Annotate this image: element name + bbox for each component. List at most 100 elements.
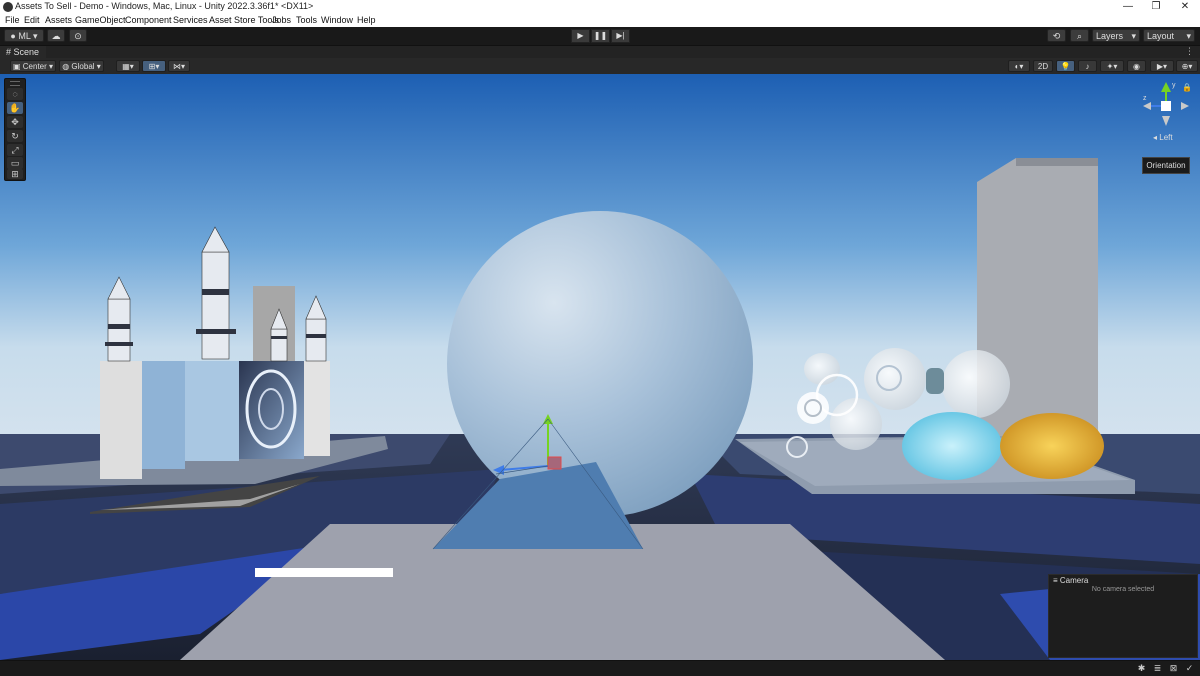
chevron-down-icon: ▾ xyxy=(33,31,38,41)
gizmo-icon: ⊕▾ xyxy=(1181,62,1193,71)
scene-grid-icon: # xyxy=(6,47,12,57)
lighting-toggle[interactable]: 💡 xyxy=(1056,60,1075,72)
grid-icon: ▦▾ xyxy=(122,62,134,71)
menu-window[interactable]: Window xyxy=(321,15,353,25)
step-button[interactable]: ▶| xyxy=(611,29,630,43)
layout-label: Layout xyxy=(1147,31,1175,41)
rotate-icon: ↻ xyxy=(11,131,19,141)
chevron-left-icon: ◂ xyxy=(1153,133,1158,142)
play-button[interactable]: ▶ xyxy=(571,29,590,43)
pivot-mode-dropdown[interactable]: ▣ Center ▾ xyxy=(10,60,56,72)
scene-toolbar: ▣ Center ▾ ◍ Global ▾ ▦▾ ⊞▾ ⋈▾ ◐▾ 2D 💡 ♪… xyxy=(0,58,1200,75)
history-icon: ⟲ xyxy=(1052,31,1061,41)
close-button[interactable]: ✕ xyxy=(1170,0,1200,14)
move-icon: ✥ xyxy=(11,117,19,127)
grid-visibility-button[interactable]: ▦▾ xyxy=(116,60,140,72)
menu-component[interactable]: Component xyxy=(125,15,172,25)
menu-jobs[interactable]: Jobs xyxy=(272,15,291,25)
bug-icon[interactable]: ✱ xyxy=(1136,663,1147,674)
check-circle-icon[interactable]: ✓ xyxy=(1184,663,1195,674)
hand-tool[interactable]: ✋ xyxy=(7,102,23,114)
camera-settings-dropdown[interactable]: ▶▾ xyxy=(1150,60,1174,72)
status-bar: ✱ ≣ ⊠ ✓ xyxy=(0,660,1200,676)
layers-dropdown[interactable]: Layers ▾ xyxy=(1092,29,1140,42)
minimize-button[interactable]: — xyxy=(1113,0,1143,14)
lightbulb-icon: 💡 xyxy=(1060,62,1071,71)
menu-tools[interactable]: Tools xyxy=(296,15,317,25)
lock-icon: 🔒 xyxy=(1182,83,1192,92)
rotate-tool[interactable]: ↻ xyxy=(7,130,23,142)
eye-icon: ◉ xyxy=(1133,62,1140,71)
menu-edit[interactable]: Edit xyxy=(24,15,40,25)
gizmo-z-label: z xyxy=(1143,95,1147,102)
collab-icon: ⊙ xyxy=(74,31,82,41)
cloud-icon: ☁ xyxy=(51,31,61,41)
tab-bar: # Scene ⋮ xyxy=(0,46,1200,58)
menu-asset-store-tools[interactable]: Asset Store Tools xyxy=(209,15,279,25)
rect-tool[interactable]: ▭ xyxy=(7,157,23,169)
undo-history-button[interactable]: ⟲ xyxy=(1047,29,1066,42)
window-title: Assets To Sell - Demo - Windows, Mac, Li… xyxy=(15,1,314,11)
gizmos-dropdown[interactable]: ⊕▾ xyxy=(1176,60,1198,72)
menu-gameobject[interactable]: GameObject xyxy=(75,15,126,25)
scale-icon: ⤢ xyxy=(11,145,19,155)
move-tool[interactable]: ✥ xyxy=(7,116,23,128)
camera-empty-message: No camera selected xyxy=(1091,586,1155,593)
cloud-button[interactable]: ☁ xyxy=(47,29,65,42)
view-tool[interactable]: ◌ xyxy=(7,88,23,100)
audio-toggle[interactable]: ♪ xyxy=(1078,60,1097,72)
audio-icon: ♪ xyxy=(1085,62,1090,71)
effects-dropdown[interactable]: ✦▾ xyxy=(1100,60,1124,72)
gizmo-view-label[interactable]: ◂ Left xyxy=(1153,133,1173,142)
transform-tool[interactable]: ⊞ xyxy=(7,169,23,179)
pause-button[interactable]: ❚❚ xyxy=(591,29,610,43)
tools-overlay: ◌ ✋ ✥ ↻ ⤢ ▭ ⊞ xyxy=(4,78,26,181)
hand-icon: ✋ xyxy=(9,103,21,113)
scale-tool[interactable]: ⤢ xyxy=(7,144,23,156)
restore-button[interactable]: ❐ xyxy=(1141,0,1171,14)
camera-title-text: Camera xyxy=(1059,576,1089,585)
snap-icon: ⊞▾ xyxy=(148,62,160,71)
tab-scene[interactable]: # Scene xyxy=(0,46,46,58)
account-label: ML xyxy=(18,31,31,41)
increment-snap-button[interactable]: ⋈▾ xyxy=(168,60,190,72)
draw-mode-dropdown[interactable]: ◐▾ xyxy=(1008,60,1030,72)
layers-stack-icon[interactable]: ≣ xyxy=(1152,663,1163,674)
pivot-rotation-dropdown[interactable]: ◍ Global ▾ xyxy=(59,60,104,72)
camera-overlay-title: ≡ Camera xyxy=(1053,576,1088,585)
gizmo-view-text: Left xyxy=(1159,133,1173,142)
menu-file[interactable]: File xyxy=(5,15,20,25)
network-icon[interactable]: ⊠ xyxy=(1168,663,1179,674)
scene-viewport[interactable]: y z 🔒 xyxy=(0,74,1200,660)
search-button[interactable]: ⌕ xyxy=(1070,29,1089,42)
grid-snapping-button[interactable]: ⊞▾ xyxy=(142,60,166,72)
increment-snap-icon: ⋈▾ xyxy=(172,62,185,71)
orientation-tooltip: Orientation xyxy=(1142,157,1190,174)
collab-button[interactable]: ⊙ xyxy=(69,29,87,42)
menu-assets[interactable]: Assets xyxy=(45,15,72,25)
unity-logo-icon xyxy=(3,2,13,12)
camera-overlay: ≡ Camera No camera selected xyxy=(1048,574,1198,658)
tab-scene-label: Scene xyxy=(13,47,40,57)
chevron-down-icon: ▾ xyxy=(1131,31,1136,41)
title-bar: Assets To Sell - Demo - Windows, Mac, Li… xyxy=(0,0,1200,14)
search-icon: ⌕ xyxy=(1076,31,1083,41)
camera-icon: ▶▾ xyxy=(1156,62,1168,71)
menu-help[interactable]: Help xyxy=(357,15,376,25)
main-toolbar: ● ML ▾ ☁ ⊙ ▶ ❚❚ ▶| ⟲ ⌕ Layers ▾ Layout ▾ xyxy=(0,27,1200,46)
layout-dropdown[interactable]: Layout ▾ xyxy=(1143,29,1195,42)
toggle-2d-button[interactable]: 2D xyxy=(1033,60,1053,72)
account-dropdown[interactable]: ● ML ▾ xyxy=(4,29,44,42)
menu-services[interactable]: Services xyxy=(173,15,208,25)
drag-handle-icon[interactable]: ≡ xyxy=(1053,576,1058,585)
layers-label: Layers xyxy=(1096,31,1124,41)
rect-icon: ▭ xyxy=(10,158,20,168)
chevron-down-icon: ▾ xyxy=(49,62,54,71)
more-options-icon[interactable]: ⋮ xyxy=(1185,46,1194,57)
effects-icon: ✦▾ xyxy=(1106,62,1118,71)
scene-render: y z 🔒 xyxy=(0,74,1200,660)
menu-bar: File Edit Assets GameObject Component Se… xyxy=(0,14,1200,27)
scene-visibility-toggle[interactable]: ◉ xyxy=(1127,60,1146,72)
space-label: Global xyxy=(71,62,95,71)
drag-handle-icon[interactable] xyxy=(10,81,20,86)
